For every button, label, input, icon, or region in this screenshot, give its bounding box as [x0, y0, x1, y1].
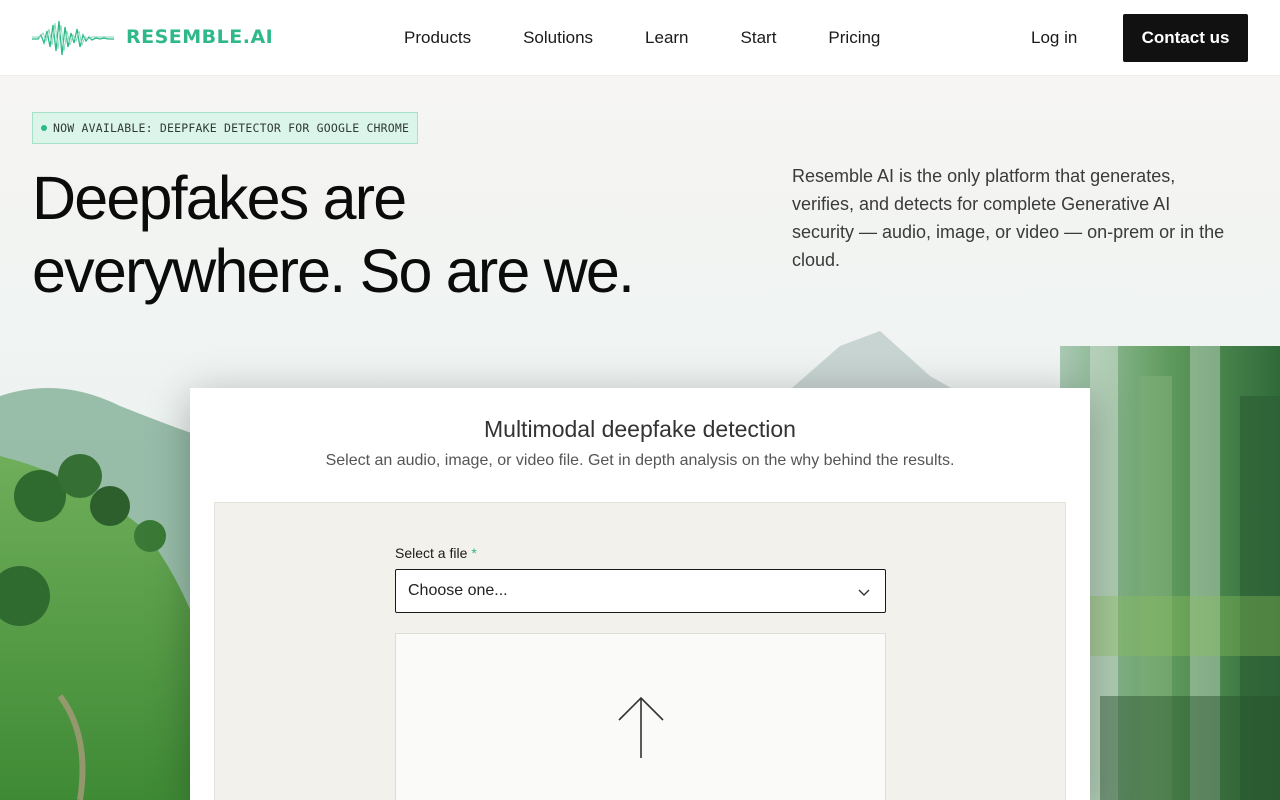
- chevron-down-icon: [858, 589, 870, 596]
- nav-item-solutions[interactable]: Solutions: [497, 26, 619, 50]
- logo-text: RESEMBLE.AI: [126, 26, 274, 48]
- site-header: RESEMBLE.AI Products Solutions Learn Sta…: [0, 0, 1280, 76]
- hero-title-line-1: Deepfakes are: [32, 164, 407, 232]
- arrow-up-icon: [618, 696, 664, 758]
- hero-title-line-2: everywhere. So are we.: [32, 237, 635, 305]
- deepfake-detection-card: Multimodal deepfake detection Select an …: [190, 388, 1090, 800]
- contact-us-button[interactable]: Contact us: [1123, 14, 1248, 62]
- hero-title: Deepfakes are everywhere. So are we.: [32, 162, 672, 308]
- waveform-icon: [32, 20, 114, 56]
- file-field-label: Select a file *: [395, 545, 477, 561]
- status-dot-icon: [41, 125, 47, 131]
- nav-item-products[interactable]: Products: [378, 26, 497, 50]
- file-dropzone[interactable]: [395, 633, 886, 800]
- announcement-badge[interactable]: NOW AVAILABLE: DEEPFAKE DETECTOR FOR GOO…: [32, 112, 418, 144]
- required-marker: *: [471, 545, 477, 561]
- nav-item-start[interactable]: Start: [715, 26, 803, 50]
- badge-text: NOW AVAILABLE: DEEPFAKE DETECTOR FOR GOO…: [53, 121, 410, 135]
- login-link[interactable]: Log in: [1031, 26, 1077, 50]
- file-field-label-text: Select a file: [395, 545, 468, 561]
- logo[interactable]: RESEMBLE.AI: [32, 17, 273, 57]
- nav-item-pricing[interactable]: Pricing: [802, 26, 906, 50]
- nav-item-learn[interactable]: Learn: [619, 26, 714, 50]
- file-type-select[interactable]: Choose one...: [395, 569, 886, 613]
- upload-form: Select a file * Choose one...: [214, 502, 1066, 800]
- card-title: Multimodal deepfake detection: [484, 416, 796, 442]
- card-subtitle: Select an audio, image, or video file. G…: [325, 452, 955, 469]
- page: RESEMBLE.AI Products Solutions Learn Sta…: [0, 0, 1280, 800]
- hero-description: Resemble AI is the only platform that ge…: [792, 166, 1225, 270]
- main-nav: Products Solutions Learn Start Pricing: [378, 26, 906, 50]
- select-value: Choose one...: [408, 582, 508, 599]
